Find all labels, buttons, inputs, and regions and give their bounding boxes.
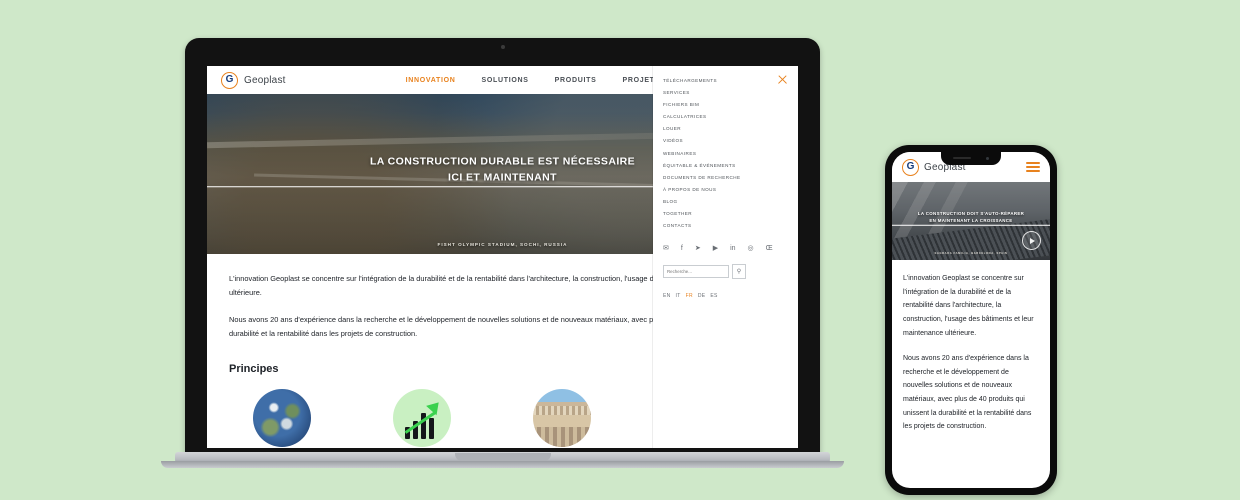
language-it[interactable]: IT	[676, 293, 681, 299]
facebook-icon[interactable]: f	[681, 245, 683, 252]
phone-screen: G Geoplast LA CONSTRUCTION DOIT S'AUTO-R…	[892, 152, 1050, 488]
laptop-lid: G Geoplast INNOVATION SOLUTIONS PRODUITS…	[185, 38, 820, 460]
menu-item-contacts[interactable]: CONTACTS	[663, 223, 798, 228]
language-en[interactable]: EN	[663, 293, 671, 299]
menu-item-webinaires[interactable]: WEBINAIRES	[663, 151, 798, 156]
phone-hero-headline-line2: EN MAINTENANT LA CROISSANCE	[929, 218, 1013, 224]
menu-item-list: TÉLÉCHARGEMENTS SERVICES FICHIERS BIM CA…	[653, 66, 798, 228]
menu-item-blog[interactable]: BLOG	[663, 199, 798, 204]
desktop-website: G Geoplast INNOVATION SOLUTIONS PRODUITS…	[207, 66, 798, 448]
phone-paragraph-1: L'innovation Geoplast se concentre sur l…	[903, 275, 1034, 337]
menu-item-together[interactable]: TOGETHER	[663, 211, 798, 216]
instagram-icon[interactable]: ◎	[748, 245, 754, 252]
language-selector: EN IT FR DE ES	[653, 279, 798, 299]
search-row: ⚲	[653, 252, 798, 280]
language-de[interactable]: DE	[698, 293, 706, 299]
hero-headline-line2: ICI ET MAINTENANT	[448, 170, 557, 183]
play-icon[interactable]	[1022, 231, 1041, 250]
search-icon[interactable]: ⚲	[732, 264, 746, 280]
menu-item-louer[interactable]: LOUER	[663, 126, 798, 131]
laptop-camera-icon	[500, 45, 505, 49]
laptop-base-notch	[454, 453, 551, 461]
nav-item-innovation[interactable]: INNOVATION	[406, 77, 456, 84]
earth-image	[253, 388, 311, 447]
language-fr[interactable]: FR	[686, 293, 693, 299]
menu-item-equitable-evenements[interactable]: ÉQUITABLE & ÉVÉNEMENTS	[663, 163, 798, 168]
menu-item-documents-de-recherche[interactable]: DOCUMENTS DE RECHERCHE	[663, 175, 798, 180]
aerial-city-image	[533, 388, 591, 447]
laptop-mockup: G Geoplast INNOVATION SOLUTIONS PRODUITS…	[161, 38, 844, 468]
youtube-icon[interactable]: ▶	[713, 245, 718, 252]
geoplast-logo-icon: G	[902, 158, 919, 176]
hamburger-icon[interactable]	[1026, 161, 1040, 173]
phone-hero-headline: LA CONSTRUCTION DOIT S'AUTO-RÉPARER EN M…	[892, 210, 1050, 227]
phone-hero-banner: LA CONSTRUCTION DOIT S'AUTO-RÉPARER EN M…	[892, 182, 1050, 260]
phone-notch	[941, 152, 1001, 165]
phone-hero-headline-line1: LA CONSTRUCTION DOIT S'AUTO-RÉPARER	[917, 210, 1025, 216]
menu-item-calculatrices[interactable]: CALCULATRICES	[663, 114, 798, 119]
phone-paragraph-2: Nous avons 20 ans d'expérience dans la r…	[903, 355, 1032, 431]
main-navigation: INNOVATION SOLUTIONS PRODUITS PROJETS	[406, 77, 660, 84]
menu-item-a-propos-de-nous[interactable]: À PROPOS DE NOUS	[663, 187, 798, 192]
email-icon[interactable]: ✉	[663, 245, 669, 252]
pinterest-icon[interactable]: Œ	[766, 245, 773, 252]
growth-chart-image	[393, 388, 451, 447]
language-es[interactable]: ES	[710, 293, 717, 299]
laptop-foot	[161, 461, 844, 468]
close-icon[interactable]	[777, 74, 788, 85]
menu-item-videos[interactable]: VIDÉOS	[663, 138, 798, 143]
dropdown-menu-panel: TÉLÉCHARGEMENTS SERVICES FICHIERS BIM CA…	[653, 66, 798, 448]
menu-item-services[interactable]: SERVICES	[663, 90, 798, 95]
nav-item-produits[interactable]: PRODUITS	[555, 77, 597, 84]
menu-item-fichiers-bim[interactable]: FICHIERS BIM	[663, 102, 798, 107]
linkedin-icon[interactable]: in	[730, 245, 735, 252]
phone-intro-copy: L'innovation Geoplast se concentre sur l…	[892, 260, 1050, 434]
logo-text: Geoplast	[244, 74, 286, 86]
phone-mockup: G Geoplast LA CONSTRUCTION DOIT S'AUTO-R…	[885, 145, 1057, 495]
phone-hero-caption: SAGRADA FAMILIA, BARCELONA, SPAIN	[934, 252, 1008, 255]
nav-item-solutions[interactable]: SOLUTIONS	[482, 77, 529, 84]
social-links: ✉ f ➤ ▶ in ◎ Œ	[653, 235, 798, 252]
laptop-screen: G Geoplast INNOVATION SOLUTIONS PRODUITS…	[207, 66, 798, 448]
site-logo[interactable]: G Geoplast	[221, 71, 286, 89]
twitter-icon[interactable]: ➤	[695, 245, 701, 252]
geoplast-logo-icon: G	[221, 71, 238, 89]
search-input[interactable]	[663, 265, 729, 279]
